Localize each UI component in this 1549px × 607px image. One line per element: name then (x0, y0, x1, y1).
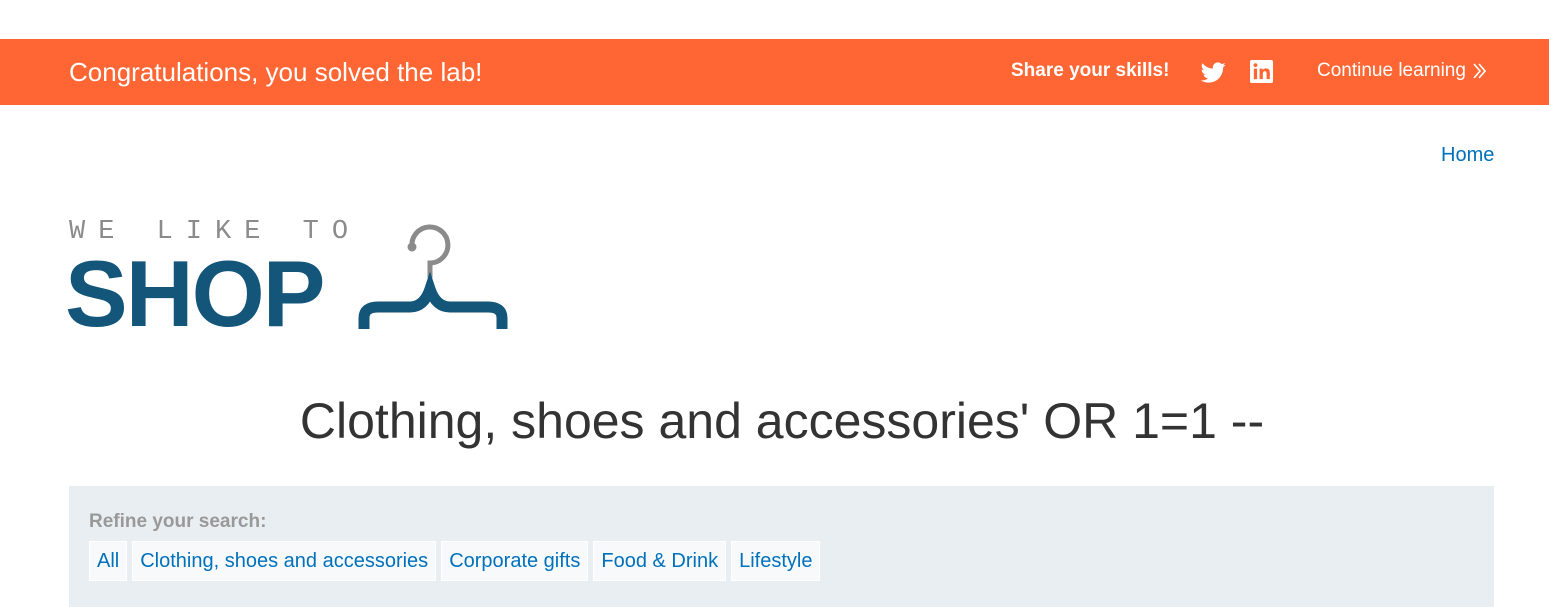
filter-food-drink[interactable]: Food & Drink (593, 541, 727, 581)
page-title: Clothing, shoes and accessories' OR 1=1 … (299, 393, 1265, 449)
hanger-icon (358, 224, 508, 329)
continue-learning-label: Continue learning (1317, 60, 1466, 81)
filter-clothing-shoes-accessories[interactable]: Clothing, shoes and accessories (132, 541, 437, 581)
shop-logo[interactable]: WE LIKE TO SHOP (65, 215, 513, 341)
banner-message: Congratulations, you solved the lab! (69, 57, 483, 87)
filter-all[interactable]: All (89, 541, 128, 581)
twitter-icon[interactable] (1200, 60, 1226, 85)
nav-home-link[interactable]: Home (1441, 143, 1494, 167)
linkedin-icon[interactable] (1250, 60, 1273, 83)
double-chevron-right-icon (1473, 63, 1486, 79)
share-label: Share your skills! (1011, 60, 1170, 81)
filter-list: All Clothing, shoes and accessories Corp… (89, 541, 821, 581)
filter-label: Refine your search: (89, 511, 267, 532)
filter-lifestyle[interactable]: Lifestyle (731, 541, 821, 581)
filter-corporate-gifts[interactable]: Corporate gifts (441, 541, 589, 581)
continue-learning-link[interactable]: Continue learning (1317, 60, 1486, 82)
filter-panel: Refine your search: All Clothing, shoes … (69, 486, 1494, 607)
logo-wordmark: SHOP (65, 241, 325, 346)
lab-solved-banner: Congratulations, you solved the lab! Sha… (0, 39, 1549, 105)
